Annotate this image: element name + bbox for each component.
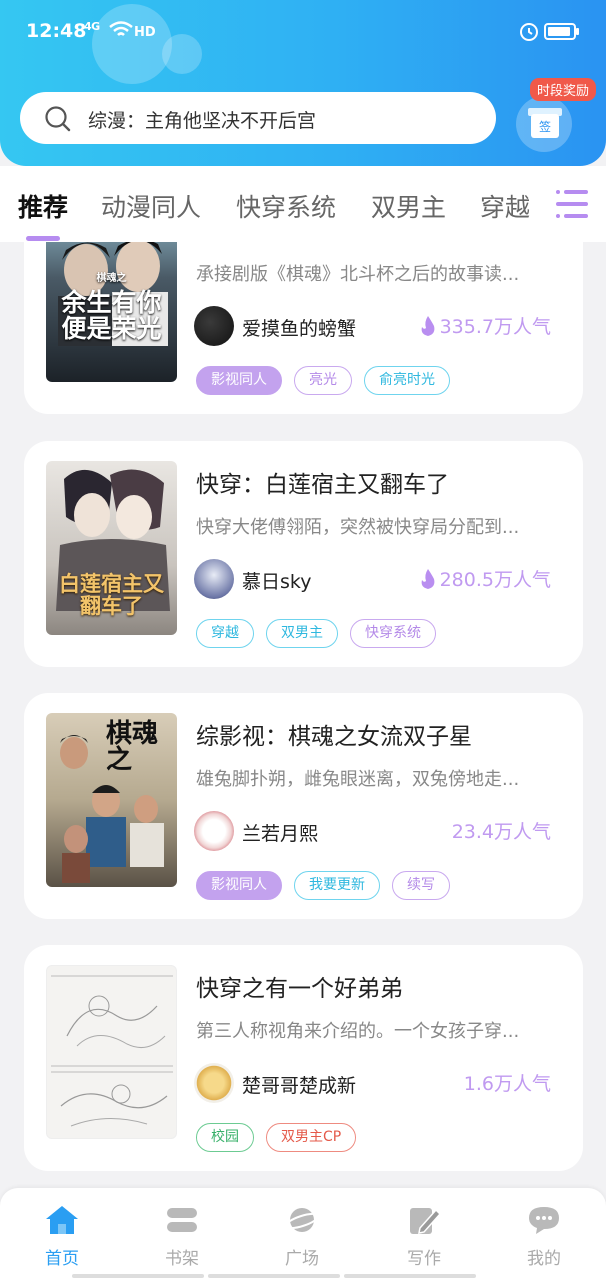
tag-list: 影视同人 亮光 俞亮时光	[196, 366, 450, 395]
author-name[interactable]: 楚哥哥楚成新	[242, 1071, 356, 1098]
popularity: 23.4万人气	[452, 817, 551, 844]
tab-time-travel[interactable]: 穿越	[480, 188, 530, 224]
cover-title: 白莲宿主又翻车了	[59, 571, 164, 619]
battery-icon	[544, 23, 579, 40]
book-description: 雄兔脚扑朔，雌兔眼迷离，双兔傍地走...	[196, 769, 520, 790]
gesture-bar	[208, 1274, 340, 1278]
nav-label: 书架	[165, 1249, 199, 1269]
cover-title: 棋魂之	[106, 719, 159, 775]
search-bar[interactable]: 综漫：主角他坚决不开后宫	[20, 92, 496, 144]
tab-anime-fanfic[interactable]: 动漫同人	[101, 188, 201, 224]
popularity-count: 23.4万人气	[451, 821, 551, 843]
tab-quick-transmigration[interactable]: 快穿系统	[236, 188, 336, 224]
nav-home[interactable]: 首页	[22, 1204, 102, 1269]
checkin-gift-button[interactable]: 签	[516, 96, 572, 152]
search-icon	[45, 106, 71, 132]
book-card[interactable]: 白莲宿主又翻车了 快穿：白莲宿主又翻车了 快穿大佬傅翎陌，突然被快穿局分配到..…	[24, 441, 583, 667]
network-indicator: 4G	[84, 20, 100, 33]
book-feed: 棋魂之 余生有你便是荣光 承接剧版《棋魂》北斗杯之后的故事读... 爱摸鱼的螃蟹…	[0, 242, 606, 1188]
header: 12:48 4G HD 综漫：主角他坚决不开后宫 签	[0, 0, 606, 166]
book-description: 快穿大佬傅翎陌，突然被快穿局分配到...	[196, 517, 520, 538]
author-name[interactable]: 慕日sky	[242, 567, 311, 594]
popularity-count: 1.6万人气	[463, 1073, 551, 1095]
tab-recommend[interactable]: 推荐	[18, 188, 68, 224]
status-time: 12:48	[26, 20, 87, 42]
nav-label: 写作	[407, 1249, 441, 1269]
search-placeholder: 综漫：主角他坚决不开后宫	[88, 110, 317, 132]
flame-icon	[421, 315, 434, 336]
wifi-icon	[109, 21, 133, 36]
author-avatar[interactable]	[194, 811, 234, 851]
bookshelf-icon	[164, 1204, 200, 1236]
category-menu-icon[interactable]	[556, 190, 588, 218]
nav-square[interactable]: 广场	[262, 1204, 342, 1269]
book-title[interactable]: 快穿之有一个好弟弟	[196, 969, 403, 1003]
tag[interactable]: 快穿系统	[350, 619, 436, 648]
nav-write[interactable]: 写作	[384, 1204, 464, 1269]
tag[interactable]: 双男主CP	[266, 1123, 357, 1152]
tag[interactable]: 校园	[196, 1123, 254, 1152]
popularity: 1.6万人气	[464, 1069, 551, 1096]
popularity: 335.7万人气	[420, 312, 551, 339]
book-description: 第三人称视角来介绍的。一个女孩子穿...	[196, 1021, 520, 1042]
book-cover[interactable]: 棋魂之	[46, 713, 177, 887]
popularity-count: 280.5万人气	[439, 569, 551, 591]
popularity-count: 335.7万人气	[439, 316, 551, 338]
tag-list: 影视同人 我要更新 续写	[196, 871, 450, 900]
book-cover[interactable]	[46, 965, 177, 1139]
author-name[interactable]: 爱摸鱼的螃蟹	[242, 314, 356, 341]
tag[interactable]: 影视同人	[196, 871, 282, 900]
reward-badge[interactable]: 时段奖励	[530, 78, 597, 101]
book-card[interactable]: 棋魂之 综影视：棋魂之女流双子星 雄兔脚扑朔，雌兔眼迷离，双兔傍地走... 兰若…	[24, 693, 583, 919]
chat-icon	[526, 1204, 562, 1236]
tag[interactable]: 亮光	[294, 366, 352, 395]
book-card[interactable]: 快穿之有一个好弟弟 第三人称视角来介绍的。一个女孩子穿... 楚哥哥楚成新 1.…	[24, 945, 583, 1171]
nav-label: 首页	[45, 1249, 79, 1269]
tab-double-male-lead[interactable]: 双男主	[371, 188, 446, 224]
cover-subtitle: 棋魂之	[96, 273, 127, 284]
author-name[interactable]: 兰若月熙	[242, 819, 318, 846]
tag[interactable]: 影视同人	[196, 366, 282, 395]
book-title[interactable]: 综影视：棋魂之女流双子星	[196, 717, 472, 751]
tag[interactable]: 续写	[392, 871, 450, 900]
pen-icon	[406, 1204, 442, 1236]
nav-bookshelf[interactable]: 书架	[142, 1204, 222, 1269]
book-cover[interactable]: 棋魂之 余生有你便是荣光	[46, 242, 177, 382]
book-description: 承接剧版《棋魂》北斗杯之后的故事读...	[196, 264, 520, 285]
tag[interactable]: 俞亮时光	[364, 366, 450, 395]
book-cover[interactable]: 白莲宿主又翻车了	[46, 461, 177, 635]
book-title[interactable]: 快穿：白莲宿主又翻车了	[196, 465, 449, 499]
nav-label: 广场	[285, 1249, 319, 1269]
tag[interactable]: 我要更新	[294, 871, 380, 900]
category-tabs: 推荐 动漫同人 快穿系统 双男主 穿越	[0, 166, 606, 242]
nav-mine[interactable]: 我的	[504, 1204, 584, 1269]
bottom-nav: 首页 书架 广场 写作 我的	[0, 1188, 606, 1280]
author-avatar[interactable]	[194, 306, 234, 346]
alarm-icon	[520, 23, 538, 41]
gesture-bar	[344, 1274, 476, 1278]
tag-list: 穿越 双男主 快穿系统	[196, 619, 436, 648]
planet-icon	[284, 1204, 320, 1236]
author-avatar[interactable]	[194, 1063, 234, 1103]
popularity: 280.5万人气	[420, 565, 551, 592]
tag[interactable]: 穿越	[196, 619, 254, 648]
book-card[interactable]: 棋魂之 余生有你便是荣光 承接剧版《棋魂》北斗杯之后的故事读... 爱摸鱼的螃蟹…	[24, 242, 583, 414]
gift-icon: 签	[531, 114, 559, 138]
flame-icon	[421, 568, 434, 589]
hd-indicator: HD	[134, 25, 156, 40]
status-bar: 12:48 4G HD	[0, 14, 606, 50]
tag-list: 校园 双男主CP	[196, 1123, 357, 1152]
nav-label: 我的	[527, 1249, 561, 1269]
cover-title: 余生有你便是荣光	[61, 288, 162, 344]
tab-active-indicator	[26, 236, 60, 241]
tag[interactable]: 双男主	[266, 619, 338, 648]
author-avatar[interactable]	[194, 559, 234, 599]
home-icon	[44, 1204, 80, 1236]
gesture-bar	[72, 1274, 204, 1278]
